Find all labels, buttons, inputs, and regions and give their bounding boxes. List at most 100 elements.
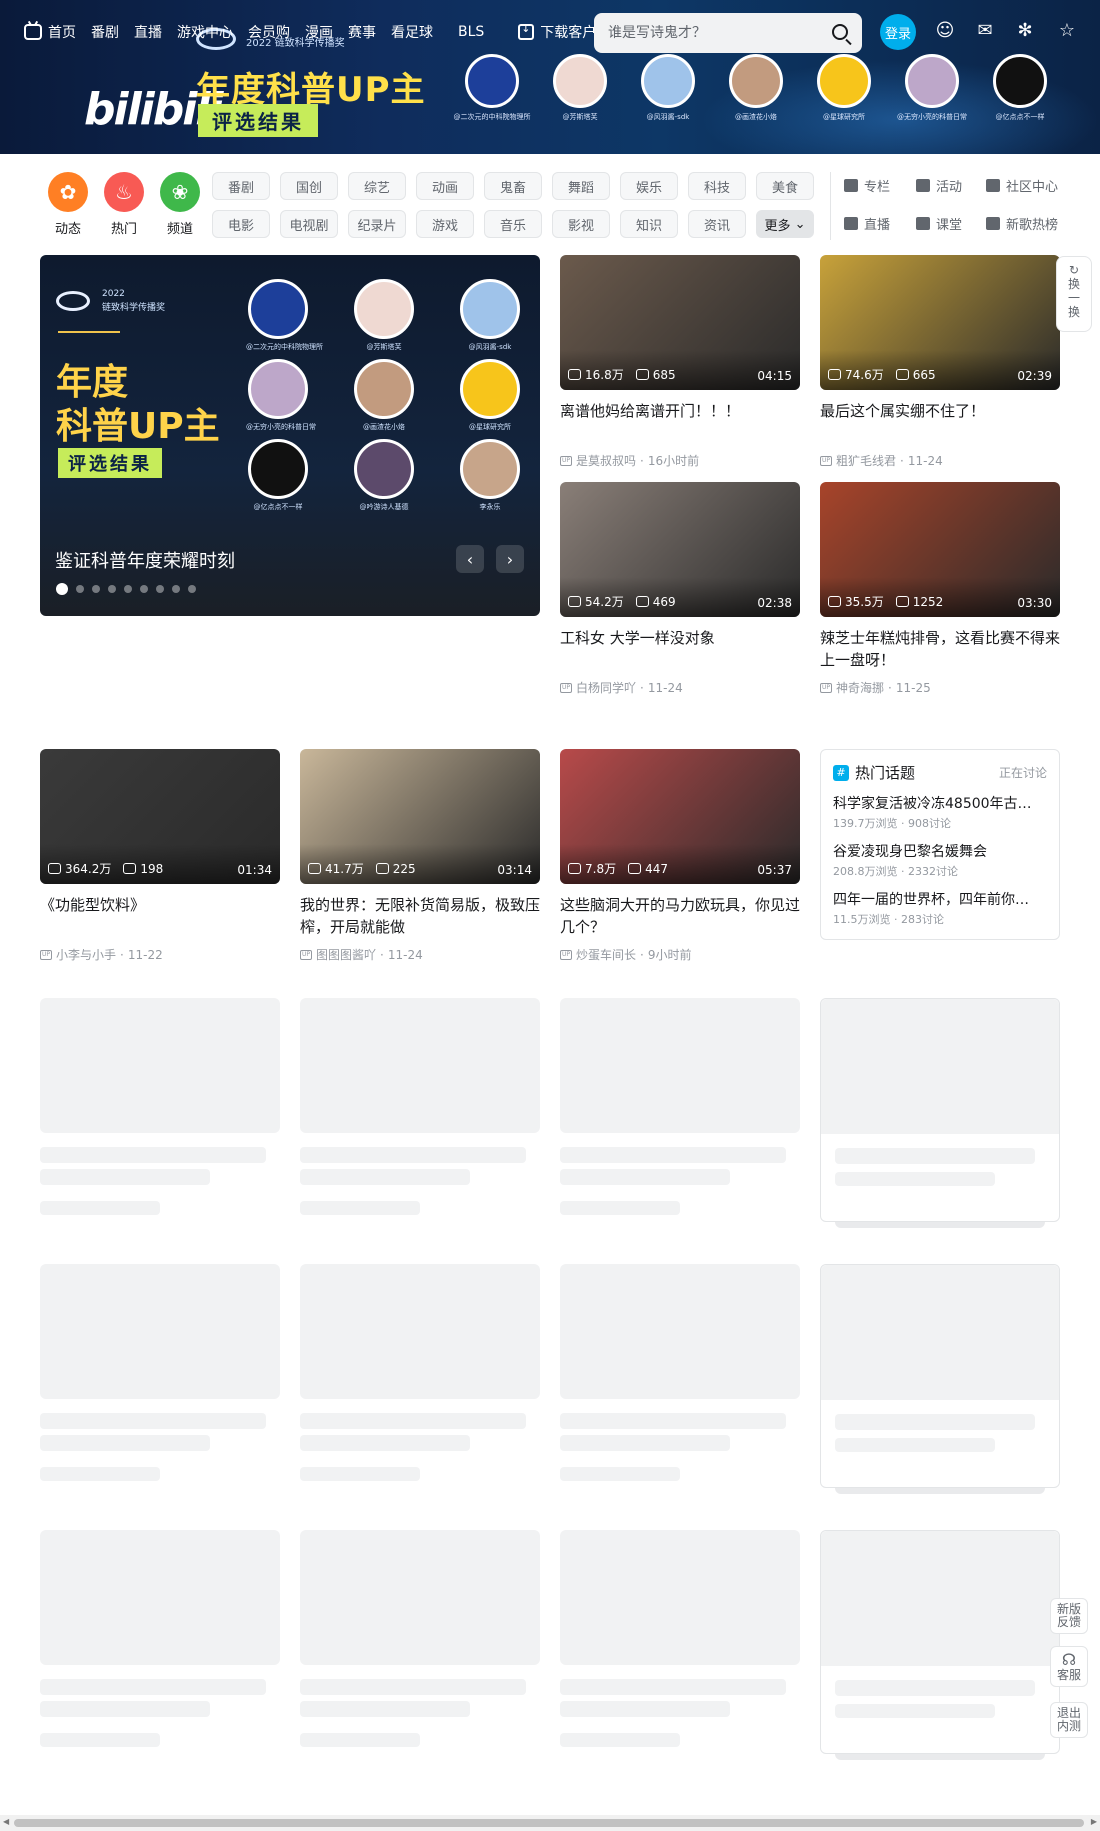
tag-item[interactable]: 纪录片 <box>348 210 406 238</box>
carousel-dot[interactable] <box>124 585 132 593</box>
tag-item[interactable]: 鬼畜 <box>484 172 542 200</box>
video-author[interactable]: 神奇海挪 <box>836 679 884 696</box>
video-title[interactable]: 《功能型饮料》 <box>40 894 280 938</box>
tag-item[interactable]: 影视 <box>552 210 610 238</box>
video-card[interactable]: 35.5万 1252 03:30 辣芝士年糕炖排骨，这看比赛不得来上一盘呀！ UP 神奇海… <box>820 482 1060 696</box>
carousel-prev-button[interactable]: ‹ <box>456 545 484 573</box>
dynamic-icon[interactable]: ✻ <box>1014 20 1036 42</box>
video-thumbnail[interactable]: 54.2万 469 02:38 <box>560 482 800 617</box>
refresh-button[interactable]: ↻ 换 一 换 <box>1056 256 1092 332</box>
video-card[interactable]: 364.2万 198 01:34 《功能型饮料》 UP 小李与小手 · 11-22 <box>40 749 280 963</box>
tag-item[interactable]: 娱乐 <box>620 172 678 200</box>
video-author[interactable]: 图图图酱吖 <box>316 946 376 963</box>
nav-home[interactable]: 首页 <box>24 22 76 42</box>
tag-item[interactable]: 音乐 <box>484 210 542 238</box>
tag-item[interactable]: 国创 <box>280 172 338 200</box>
tag-item[interactable]: 游戏 <box>416 210 474 238</box>
video-author[interactable]: 小李与小手 <box>56 946 116 963</box>
nav-manga[interactable]: 漫画 <box>305 22 333 42</box>
video-card[interactable]: 74.6万 665 02:39 最后这个属实绷不住了！ UP 粗犷毛线君 · 11-24 <box>820 255 1060 469</box>
tag-item[interactable]: 知识 <box>620 210 678 238</box>
banner-avatar[interactable]: @无穷小亮的科普日常 <box>897 54 967 122</box>
favorite-icon[interactable]: ☆ <box>1056 20 1078 42</box>
link-activity[interactable]: 活动 <box>916 176 962 195</box>
exit-beta-button[interactable]: 退出 内测 <box>1050 1702 1088 1738</box>
channel-button[interactable]: ❀ 频道 <box>152 172 208 237</box>
search-icon[interactable] <box>832 24 848 40</box>
nav-live[interactable]: 直播 <box>134 22 162 42</box>
message-icon[interactable]: ✉ <box>974 20 996 42</box>
tag-item[interactable]: 动画 <box>416 172 474 200</box>
carousel-next-button[interactable]: › <box>496 545 524 573</box>
banner-avatar[interactable]: @二次元的中科院物理所 <box>454 54 531 122</box>
banner-avatar[interactable]: @画渣花小烙 <box>726 54 786 122</box>
video-thumbnail[interactable]: 41.7万 225 03:14 <box>300 749 540 884</box>
topic-item[interactable]: 科学家复活被冷冻48500年古… 139.7万浏览 · 908讨论 <box>833 793 1047 831</box>
scroll-right-icon[interactable]: ▶ <box>1091 1817 1097 1826</box>
video-thumbnail[interactable]: 364.2万 198 01:34 <box>40 749 280 884</box>
banner-avatar[interactable]: @星球研究所 <box>814 54 874 122</box>
nav-game-center[interactable]: 游戏中心 <box>177 22 233 42</box>
login-button[interactable]: 登录 <box>880 14 916 50</box>
horizontal-scrollbar[interactable]: ◀ ▶ <box>0 1815 1100 1831</box>
carousel-dot[interactable] <box>56 583 68 595</box>
carousel-dot[interactable] <box>172 585 180 593</box>
hot-button[interactable]: ♨ 热门 <box>96 172 152 237</box>
featured-carousel[interactable]: 2022 链致科学传播奖 年度 科普UP主 评选结果 @二次元的中科院物理所 @… <box>40 255 540 616</box>
link-community[interactable]: 社区中心 <box>986 176 1058 195</box>
carousel-caption[interactable]: 鉴证科普年度荣耀时刻 <box>55 547 235 573</box>
nav-anime[interactable]: 番剧 <box>91 22 119 42</box>
banner-avatar[interactable]: @芳斯塔芙 <box>550 54 610 122</box>
tag-item[interactable]: 科技 <box>688 172 746 200</box>
dynamic-button[interactable]: ✿ 动态 <box>40 172 96 237</box>
video-thumbnail[interactable]: 35.5万 1252 03:30 <box>820 482 1060 617</box>
search-box[interactable] <box>594 13 862 53</box>
video-card[interactable]: 41.7万 225 03:14 我的世界：无限补货简易版，极致压榨，开局就能做 UP 图图… <box>300 749 540 963</box>
video-title[interactable]: 这些脑洞大开的马力欧玩具，你见过几个？ <box>560 894 800 938</box>
video-title[interactable]: 工科女 大学一样没对象 <box>560 627 800 671</box>
tag-item[interactable]: 番剧 <box>212 172 270 200</box>
nav-football[interactable]: 看足球 <box>391 22 433 42</box>
carousel-dot[interactable] <box>76 585 84 593</box>
tag-item[interactable]: 美食 <box>756 172 814 200</box>
link-new-songs[interactable]: 新歌热榜 <box>986 214 1058 233</box>
service-button[interactable]: ☊ 客服 <box>1050 1646 1088 1687</box>
feedback-button[interactable]: 新版 反馈 <box>1050 1598 1088 1634</box>
tag-item[interactable]: 电视剧 <box>280 210 338 238</box>
link-column[interactable]: 专栏 <box>844 176 890 195</box>
video-thumbnail[interactable]: 16.8万 685 04:15 <box>560 255 800 390</box>
video-author[interactable]: 粗犷毛线君 <box>836 452 896 469</box>
carousel-dot[interactable] <box>108 585 116 593</box>
tag-item[interactable]: 综艺 <box>348 172 406 200</box>
link-live[interactable]: 直播 <box>844 214 890 233</box>
video-card[interactable]: 7.8万 447 05:37 这些脑洞大开的马力欧玩具，你见过几个？ UP 炒蛋车间长 · 9… <box>560 749 800 963</box>
link-classroom[interactable]: 课堂 <box>916 214 962 233</box>
scroll-left-icon[interactable]: ◀ <box>3 1817 9 1826</box>
carousel-dot[interactable] <box>188 585 196 593</box>
carousel-dot[interactable] <box>156 585 164 593</box>
carousel-dot[interactable] <box>92 585 100 593</box>
nav-bls[interactable]: BLS <box>458 24 484 40</box>
scrollbar-thumb[interactable] <box>14 1819 1084 1827</box>
video-author[interactable]: 是莫叔叔吗 <box>576 452 636 469</box>
tag-item[interactable]: 电影 <box>212 210 270 238</box>
video-title[interactable]: 离谱他妈给离谱开门！！！ <box>560 400 800 444</box>
video-card[interactable]: 54.2万 469 02:38 工科女 大学一样没对象 UP 白杨同学吖 · 11-24 <box>560 482 800 696</box>
more-tags-button[interactable]: 更多 ⌄ <box>756 210 814 238</box>
nav-esports[interactable]: 赛事 <box>348 22 376 42</box>
tag-item[interactable]: 舞蹈 <box>552 172 610 200</box>
video-title[interactable]: 辣芝士年糕炖排骨，这看比赛不得来上一盘呀！ <box>820 627 1060 671</box>
video-thumbnail[interactable]: 7.8万 447 05:37 <box>560 749 800 884</box>
search-input[interactable] <box>608 25 808 41</box>
video-thumbnail[interactable]: 74.6万 665 02:39 <box>820 255 1060 390</box>
banner-avatar[interactable]: @风羽酱-sdk <box>638 54 698 122</box>
vip-icon[interactable]: ☺ <box>934 20 956 42</box>
nav-shop[interactable]: 会员购 <box>248 22 290 42</box>
video-title[interactable]: 最后这个属实绷不住了！ <box>820 400 1060 444</box>
topic-item[interactable]: 谷爱凌现身巴黎名媛舞会 208.8万浏览 · 2332讨论 <box>833 841 1047 879</box>
video-author[interactable]: 炒蛋车间长 <box>576 946 636 963</box>
banner-avatar[interactable]: @亿点点不一样 <box>990 54 1050 122</box>
video-title[interactable]: 我的世界：无限补货简易版，极致压榨，开局就能做 <box>300 894 540 938</box>
topic-item[interactable]: 四年一届的世界杯，四年前你… 11.5万浏览 · 283讨论 <box>833 889 1047 927</box>
tag-item[interactable]: 资讯 <box>688 210 746 238</box>
